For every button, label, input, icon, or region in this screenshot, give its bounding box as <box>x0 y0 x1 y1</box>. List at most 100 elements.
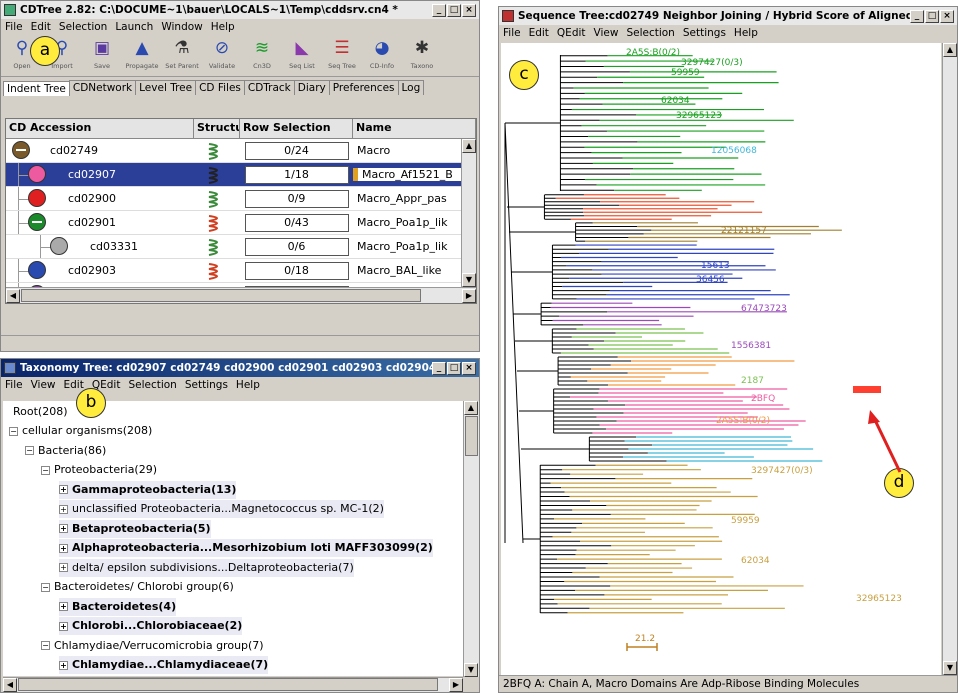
collapse-icon[interactable]: − <box>41 641 50 650</box>
taxonomy-node[interactable]: − Proteobacteria(29) <box>41 461 157 479</box>
close-button[interactable]: × <box>940 9 954 23</box>
menu-selection[interactable]: Selection <box>59 21 107 33</box>
sequence-tree-canvas[interactable]: 2A5S:B(0/2) 3297427(0/3) 59959 62034 3296512… <box>501 43 941 675</box>
minimize-button[interactable]: _ <box>910 9 924 23</box>
expand-icon[interactable]: + <box>59 602 68 611</box>
table-row[interactable]: cd02903 0/18 Macro_BAL_like <box>6 259 476 283</box>
seq-list-button[interactable]: ◣ Seq List <box>283 37 321 74</box>
table-row[interactable]: cd03331 0/6 Macro_Poa1p_lik <box>6 235 476 259</box>
row-selection-field[interactable]: 0/24 <box>244 141 349 160</box>
menu-help[interactable]: Help <box>236 379 260 391</box>
expand-icon[interactable]: + <box>59 524 68 533</box>
column-cd-accession[interactable]: CD Accession <box>6 119 194 138</box>
tab-diary[interactable]: Diary <box>293 80 330 95</box>
table-row[interactable]: cd02901 0/43 Macro_Poa1p_lik <box>6 211 476 235</box>
row-selection-field[interactable]: 0/18 <box>244 261 349 280</box>
scroll-down-button[interactable]: ▼ <box>943 661 957 675</box>
menu-edit[interactable]: Edit <box>64 379 84 391</box>
hscroll-thumb[interactable] <box>18 678 438 691</box>
menu-window[interactable]: Window <box>161 21 202 33</box>
expand-icon[interactable]: + <box>59 660 68 670</box>
taxonomy-node[interactable]: + unclassified Proteobacteria...Magnetoco… <box>59 500 384 518</box>
scroll-right-button[interactable]: ▶ <box>449 678 463 692</box>
structure-helix-icon[interactable] <box>205 142 229 160</box>
cd-color-dot[interactable] <box>28 261 46 279</box>
scroll-down-button[interactable]: ▼ <box>462 273 476 287</box>
expand-icon[interactable]: + <box>59 485 68 494</box>
cd-name[interactable]: Macro_Poa1p_lik <box>353 240 476 253</box>
tab-level-tree[interactable]: Level Tree <box>135 80 197 95</box>
menu-selection[interactable]: Selection <box>128 379 176 391</box>
menu-file[interactable]: File <box>5 21 23 33</box>
column-row-selection[interactable]: Row Selection <box>240 119 353 138</box>
cn3d-button[interactable]: ≋ Cn3D <box>243 37 281 74</box>
scroll-up-button[interactable]: ▲ <box>462 139 476 153</box>
taxonomy-node[interactable]: − Bacteroidetes/ Chlorobi group(6) <box>41 578 234 596</box>
collapse-icon[interactable]: − <box>41 582 50 592</box>
taxonomy-node[interactable]: + Betaproteobacteria(5) <box>59 519 211 538</box>
collapse-icon[interactable] <box>16 149 26 151</box>
menu-file[interactable]: File <box>5 379 23 391</box>
save-button[interactable]: ▣ Save <box>83 37 121 74</box>
taxonomy-node[interactable]: + Chlorobi...Chlorobiaceae(2) <box>59 617 243 635</box>
tab-indent-tree[interactable]: Indent Tree <box>3 81 70 96</box>
seq-tree-button[interactable]: ☰ Seq Tree <box>323 37 361 74</box>
row-selection-field[interactable]: 0/6 <box>244 237 349 256</box>
cd-name[interactable]: Macro <box>353 144 476 157</box>
taxonomy-root[interactable]: Root(208) <box>13 403 68 421</box>
menu-qedit[interactable]: QEdit <box>557 27 586 39</box>
vscroll-thumb[interactable] <box>465 416 478 456</box>
table-row[interactable]: cd02749 0/24 Macro <box>6 139 476 163</box>
menu-settings[interactable]: Settings <box>683 27 726 39</box>
tab-cdtrack[interactable]: CDTrack <box>243 80 295 95</box>
taxonomy-node[interactable]: − Chlamydiae/Verrucomicrobia group(7) <box>41 637 264 655</box>
cd-accession[interactable]: cd02900 <box>68 192 116 205</box>
hscroll-thumb[interactable] <box>21 289 421 302</box>
close-button[interactable]: × <box>462 361 476 375</box>
taxonomy-node[interactable]: + Chlamydiae...Chlamydiaceae(7) <box>59 656 269 674</box>
collapse-icon[interactable]: − <box>41 465 50 475</box>
menu-help[interactable]: Help <box>734 27 758 39</box>
close-button[interactable]: × <box>462 3 476 17</box>
sequence-tree-svg[interactable]: 2A5S:B(0/2)3297427(0/3)59959620343296512… <box>501 43 941 675</box>
structure-helix-icon[interactable] <box>205 214 229 232</box>
menu-file[interactable]: File <box>503 27 521 39</box>
scroll-right-button[interactable]: ▶ <box>462 289 476 303</box>
cd-name[interactable]: Macro_Appr_pas <box>353 192 476 205</box>
taxonomy-node[interactable]: − Bacteria(86) <box>25 442 106 460</box>
cd-color-dot[interactable] <box>28 213 46 231</box>
taxonomy-node[interactable]: + Bacteroidetes(4) <box>59 597 177 616</box>
scroll-up-button[interactable]: ▲ <box>464 401 478 415</box>
tab-preferences[interactable]: Preferences <box>328 80 399 95</box>
collapse-icon[interactable]: − <box>25 446 34 455</box>
structure-helix-icon[interactable] <box>205 262 229 280</box>
cd-color-dot[interactable] <box>12 141 30 159</box>
cd-color-dot[interactable] <box>28 165 46 183</box>
cd-name[interactable]: Macro_Poa1p_lik <box>353 216 476 229</box>
taxonomy-vscrollbar[interactable]: ▲ ▼ <box>463 401 479 677</box>
collapse-icon[interactable] <box>32 221 42 223</box>
menu-selection[interactable]: Selection <box>626 27 674 39</box>
minimize-button[interactable]: _ <box>432 361 446 375</box>
menu-help[interactable]: Help <box>211 21 235 33</box>
cd-accession[interactable]: cd02907 <box>68 168 116 181</box>
propagate-button[interactable]: ▲ Propagate <box>123 37 161 74</box>
cdtree-titlebar[interactable]: CDTree 2.82: C:\DOCUME~1\bauer\LOCALS~1\… <box>1 1 479 19</box>
taxonomy-hscrollbar[interactable]: ◀ ▶ <box>3 677 463 692</box>
taxonomy-node[interactable]: + Alphaproteobacteria...Mesorhizobium lot… <box>59 539 433 557</box>
column-structure[interactable]: Structu <box>194 119 240 138</box>
column-name[interactable]: Name <box>353 119 476 138</box>
cd-accession[interactable]: cd02903 <box>68 264 116 277</box>
taxonomy-node[interactable]: + delta/ epsilon subdivisions...Deltaprot… <box>59 558 354 577</box>
set-parent-button[interactable]: ⚗ Set Parent <box>163 37 201 74</box>
menu-edit[interactable]: Edit <box>529 27 549 39</box>
tab-cd-files[interactable]: CD Files <box>195 80 245 95</box>
table-hscrollbar[interactable]: ◀ ▶ <box>6 287 476 303</box>
collapse-icon[interactable]: − <box>9 426 18 436</box>
cd-color-dot[interactable] <box>28 189 46 207</box>
cd-accession[interactable]: cd03331 <box>90 240 138 253</box>
cd-name[interactable]: Macro_Af1521_B <box>353 168 476 181</box>
scroll-left-button[interactable]: ◀ <box>6 289 20 303</box>
validate-button[interactable]: ⊘ Validate <box>203 37 241 74</box>
expand-icon[interactable]: + <box>59 621 68 631</box>
